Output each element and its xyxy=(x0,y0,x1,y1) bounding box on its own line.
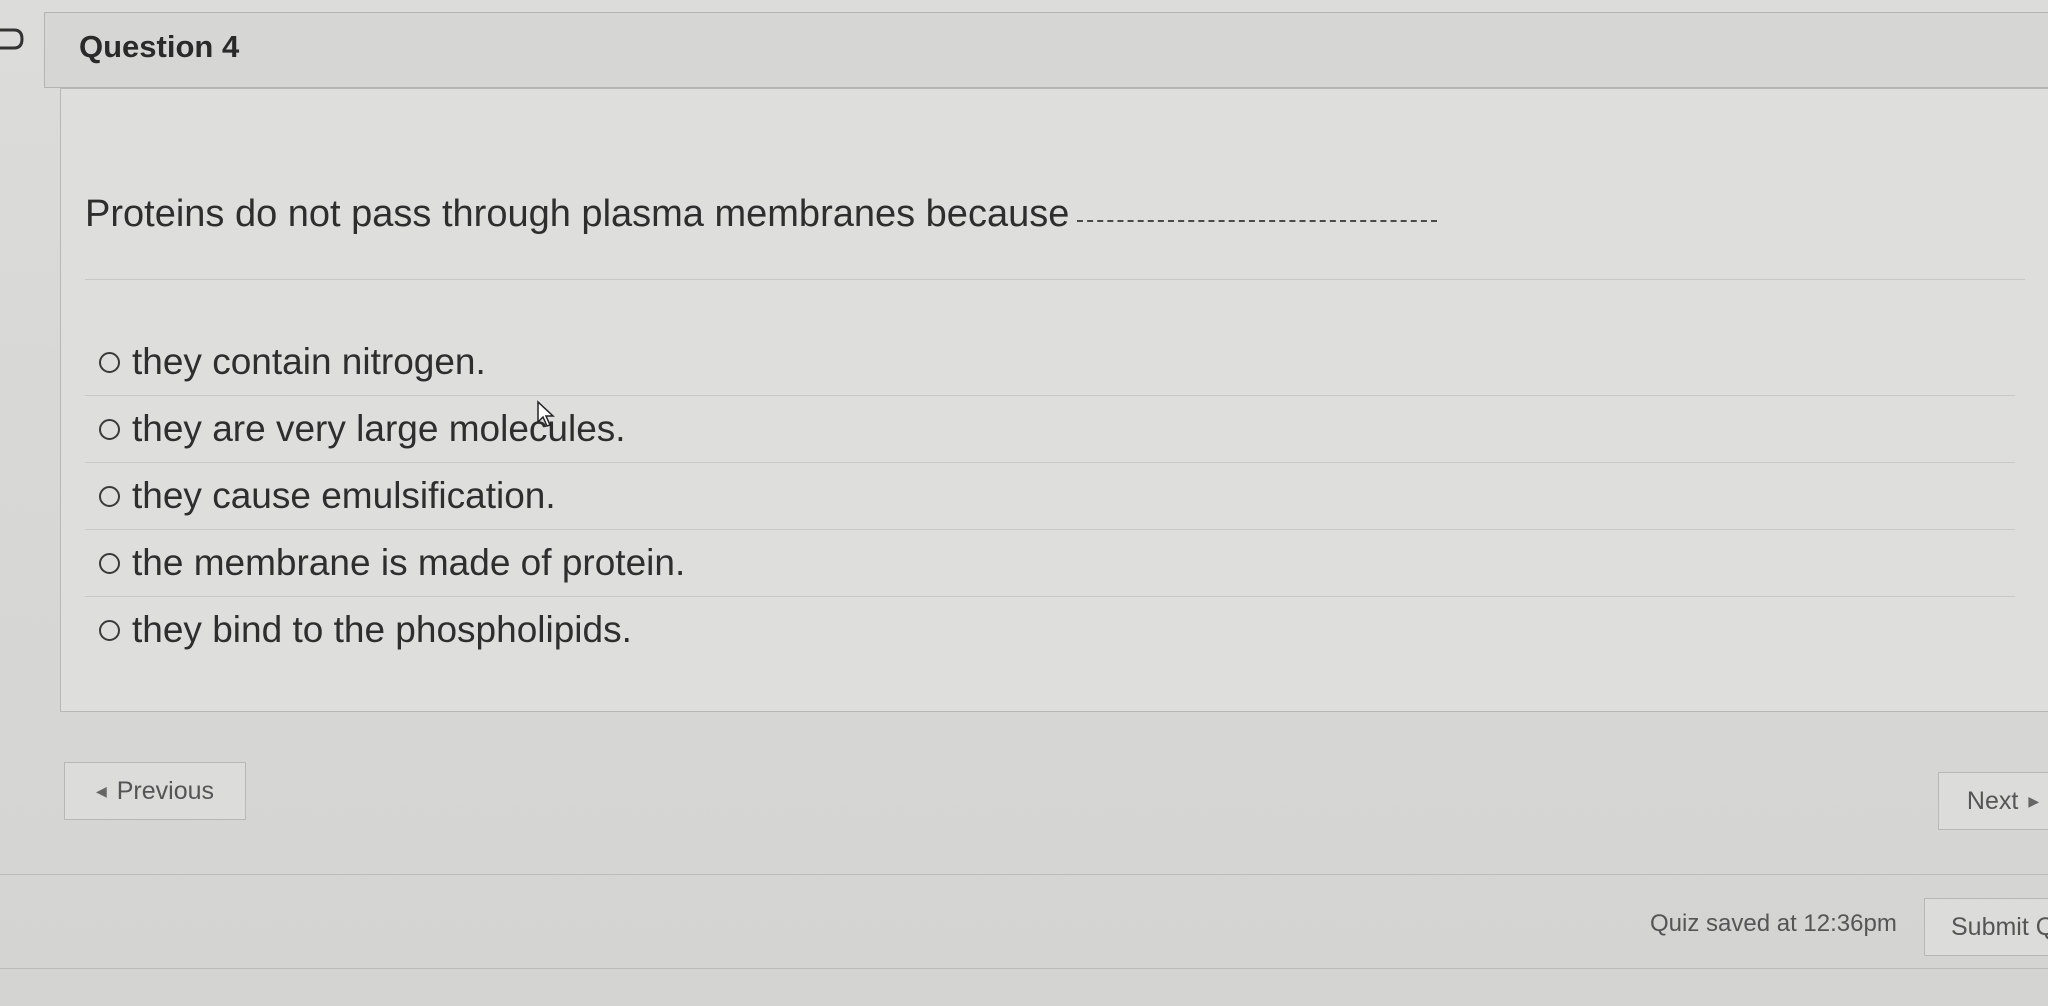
next-button-label: Next xyxy=(1966,786,2019,815)
previous-button-label: Previous xyxy=(116,776,215,805)
divider xyxy=(85,279,2025,280)
radio-button[interactable] xyxy=(99,351,120,373)
radio-button[interactable] xyxy=(99,485,120,507)
question-panel: Proteins do not pass through plasma memb… xyxy=(60,88,2048,712)
answer-option[interactable]: they contain nitrogen. xyxy=(85,329,2015,396)
triangle-left-icon: ◀ xyxy=(95,782,107,799)
question-text: Proteins do not pass through plasma memb… xyxy=(85,193,1070,235)
question-prompt: Proteins do not pass through plasma memb… xyxy=(85,193,1438,236)
answer-option[interactable]: they are very large molecules. xyxy=(85,396,2015,463)
footer-divider xyxy=(0,968,2048,969)
submit-button-label: Submit Q xyxy=(1951,912,2048,941)
bookmark-flag-icon xyxy=(0,28,24,50)
answer-option[interactable]: they cause emulsification. xyxy=(85,463,2015,530)
answer-option[interactable]: they bind to the phospholipids. xyxy=(85,597,2015,663)
answer-option[interactable]: the membrane is made of protein. xyxy=(85,530,2015,597)
radio-button[interactable] xyxy=(99,418,120,440)
option-label: the membrane is made of protein. xyxy=(132,542,686,583)
radio-button[interactable] xyxy=(99,552,120,574)
radio-button[interactable] xyxy=(99,619,120,641)
footer-divider xyxy=(0,874,2048,875)
mouse-pointer-icon xyxy=(537,400,555,427)
answer-blank xyxy=(1077,220,1438,222)
option-label: they contain nitrogen. xyxy=(132,341,486,382)
question-header: Question 4 xyxy=(44,12,2048,88)
answer-options: they contain nitrogen. they are very lar… xyxy=(85,329,2015,663)
question-number-title: Question 4 xyxy=(79,29,240,64)
option-label: they bind to the phospholipids. xyxy=(132,609,632,650)
next-button[interactable]: Next ▶ xyxy=(1938,772,2048,830)
option-label: they cause emulsification. xyxy=(132,475,556,516)
previous-button[interactable]: ◀ Previous xyxy=(64,762,246,820)
submit-quiz-button[interactable]: Submit Q xyxy=(1924,898,2048,956)
triangle-right-icon: ▶ xyxy=(2028,792,2040,809)
quiz-saved-status: Quiz saved at 12:36pm xyxy=(1650,910,1897,937)
